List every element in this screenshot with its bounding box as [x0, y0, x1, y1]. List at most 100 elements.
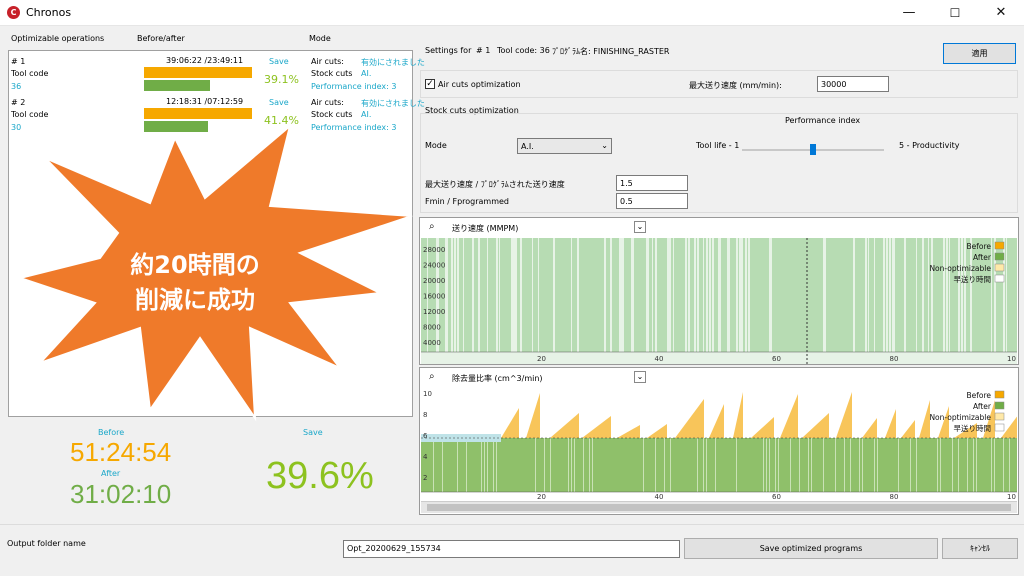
- chevron-down-icon: ⌄: [601, 141, 608, 150]
- tool-life-label: Tool life - 1: [696, 141, 740, 150]
- feedrate-series: [421, 238, 1017, 352]
- save-percent: 39.1%: [264, 73, 299, 86]
- stripe: [976, 438, 977, 492]
- stripe: [1003, 438, 1004, 492]
- apply-button[interactable]: 適用: [943, 43, 1016, 64]
- stripe: [850, 438, 851, 492]
- stripe: [949, 238, 950, 352]
- save-optimized-programs-button[interactable]: Save optimized programs: [684, 538, 938, 559]
- stripe: [511, 238, 514, 352]
- fmin-label: Fmin / Fprogrammed: [425, 197, 510, 206]
- stripe: [763, 438, 764, 492]
- y-tick-label: 4: [423, 453, 428, 461]
- stripe: [514, 238, 517, 352]
- stripe: [646, 238, 649, 352]
- x-tick-label: 20: [537, 493, 546, 500]
- stock-cuts-value: AI.: [361, 69, 372, 78]
- fmin-input[interactable]: 0.5: [616, 193, 688, 209]
- minimize-icon[interactable]: —: [886, 0, 932, 26]
- air-cuts-value: 有効にされました: [361, 99, 425, 108]
- stripe: [466, 438, 467, 492]
- stripe: [484, 438, 485, 492]
- before-bar: [144, 67, 252, 78]
- legend-swatch: [994, 412, 1005, 421]
- chart2-dropdown-chevron-icon[interactable]: ⌄: [634, 371, 646, 383]
- stripe: [643, 438, 644, 492]
- stripe: [577, 238, 579, 352]
- y-tick-label: 24000: [423, 262, 445, 270]
- output-folder-label: Output folder name: [7, 539, 86, 548]
- callout-line-1: 約20時間の: [130, 251, 259, 279]
- y-tick-label: 20000: [423, 277, 445, 285]
- max-feed-input[interactable]: 30000: [817, 76, 889, 92]
- stripe: [553, 238, 555, 352]
- air-cuts-checkbox[interactable]: ✓: [425, 79, 435, 89]
- x-tick-label: 20: [537, 355, 546, 363]
- removal-rate-chart[interactable]: 10 8 6 4 2 20 40 60 80 10 Before After Non-optimiz…: [421, 388, 1017, 500]
- maximize-icon[interactable]: ☐: [932, 0, 978, 26]
- horizontal-scrollbar[interactable]: [421, 501, 1017, 513]
- stripe: [544, 438, 545, 492]
- stripe: [433, 438, 434, 492]
- header-mode: Mode: [309, 34, 331, 43]
- stripe: [619, 238, 622, 352]
- stripe: [862, 438, 863, 492]
- stripe: [1009, 438, 1010, 492]
- y-tick-label: 4000: [423, 339, 441, 347]
- stripe: [952, 438, 953, 492]
- header-before-after: Before/after: [137, 34, 185, 43]
- stripe: [532, 238, 533, 352]
- legend-swatch: [994, 274, 1005, 283]
- stripe: [442, 438, 443, 492]
- stripe: [961, 238, 963, 352]
- stripe: [694, 238, 696, 352]
- stripe: [874, 438, 875, 492]
- settings-for-label: Settings for: [425, 46, 472, 55]
- performance-slider-thumb[interactable]: [810, 144, 816, 155]
- zoom-icon[interactable]: ⌕: [429, 221, 435, 232]
- legend-label: Non-optimizable: [929, 264, 991, 273]
- stripe: [877, 438, 878, 492]
- stripe: [457, 238, 459, 352]
- operation-row-1[interactable]: # 1 Tool code 36 39:06:22 /23:49:11 Save…: [9, 53, 425, 93]
- stripe: [874, 238, 875, 352]
- stripe: [859, 438, 860, 492]
- stripe: [868, 238, 869, 352]
- stripe: [916, 238, 917, 352]
- x-tick-label: 10: [1007, 355, 1016, 363]
- stripe: [964, 238, 966, 352]
- summary-after-label: After: [101, 469, 121, 478]
- chart1-dropdown-chevron-icon[interactable]: ⌄: [634, 221, 646, 233]
- y-tick-label: 8000: [423, 324, 441, 332]
- zoom-icon[interactable]: ⌕: [429, 371, 435, 382]
- output-folder-input[interactable]: Opt_20200629_155734: [343, 540, 680, 558]
- stripe: [745, 238, 747, 352]
- stripe: [748, 238, 750, 352]
- stripe: [667, 238, 670, 352]
- stripe: [445, 238, 448, 352]
- op-number: # 1: [11, 57, 26, 66]
- stripe: [451, 238, 453, 352]
- legend-swatch: [994, 263, 1005, 272]
- op-number: # 2: [11, 98, 26, 107]
- cancel-button[interactable]: ｷｬﾝｾﾙ: [942, 538, 1018, 559]
- feedrate-chart[interactable]: 28000 24000 20000 16000 12000 8000 4000 20 40 60…: [421, 238, 1017, 364]
- scrollbar-thumb[interactable]: [427, 504, 1011, 511]
- chart2-select-label: 除去量比率 (cm^3/min): [452, 374, 543, 383]
- stripe: [931, 238, 933, 352]
- stripe: [994, 438, 995, 492]
- stripe: [535, 438, 536, 492]
- app-logo-icon: C: [7, 6, 20, 19]
- stripe: [991, 438, 992, 492]
- mode-select[interactable]: A.I. ⌄: [517, 138, 612, 154]
- stripe: [478, 238, 480, 352]
- stripe: [604, 238, 606, 352]
- settings-op-number: # 1: [476, 46, 491, 55]
- settings-tool-code: Tool code: 36: [497, 46, 550, 55]
- x-tick-label: 80: [890, 493, 899, 500]
- ratio-input[interactable]: 1.5: [616, 175, 688, 191]
- stripe: [823, 238, 826, 352]
- close-icon[interactable]: ✕: [978, 0, 1024, 26]
- legend-swatch: [994, 252, 1005, 261]
- air-cuts-label: Air cuts:: [311, 98, 344, 107]
